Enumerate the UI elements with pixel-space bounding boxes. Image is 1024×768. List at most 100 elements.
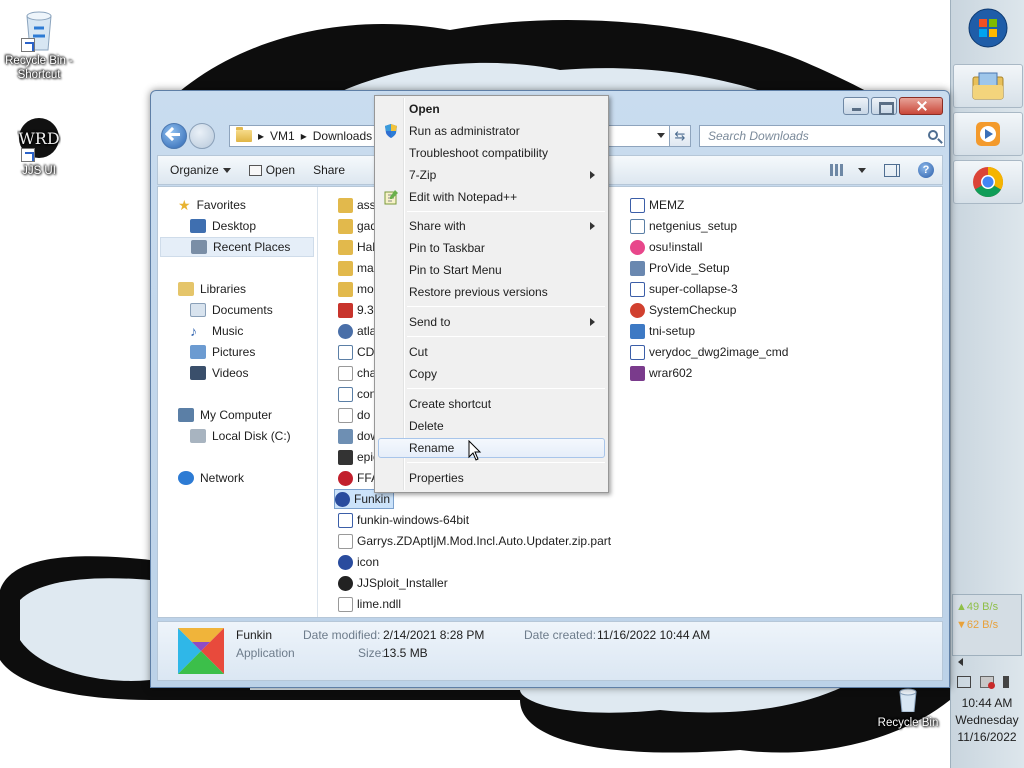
file-icon [338,407,353,423]
file-name: funkin-windows-64bit [357,513,470,527]
menu-item-pin-to-start-menu[interactable]: Pin to Start Menu [378,260,605,280]
file-item[interactable]: MEMZ [630,195,684,215]
file-item[interactable]: funkin-windows-64bit [338,510,469,530]
nav-favorites[interactable]: ★ Favorites [178,195,246,215]
menu-item-open[interactable]: Open [378,99,605,119]
nav-network[interactable]: Network [178,468,244,488]
file-item[interactable]: con [338,384,376,404]
menu-item-cut[interactable]: Cut [378,342,605,362]
menu-item-rename[interactable]: Rename [378,438,605,458]
breadcrumb-downloads[interactable]: Downloads [313,129,372,143]
file-item[interactable]: netgenius_setup [630,216,737,236]
submenu-arrow-icon [590,318,595,326]
menu-item-restore-previous-versions[interactable]: Restore previous versions [378,282,605,302]
file-item[interactable]: JJSploit_Installer [338,573,448,593]
nav-desktop[interactable]: Desktop [190,216,256,236]
file-item[interactable]: super-collapse-3 [630,279,738,299]
star-icon: ★ [178,196,191,213]
close-button[interactable] [899,97,943,115]
tray-expand-icon[interactable] [958,658,963,666]
funkin-app-icon [178,628,224,674]
navigation-pane: ★ Favorites Desktop Recent Places Librari… [158,187,318,617]
file-name: Funkin [354,492,391,506]
start-button[interactable] [953,6,1023,50]
file-item[interactable]: FFA [338,468,379,488]
volume-icon[interactable] [1003,676,1017,688]
file-item[interactable]: epic [338,447,379,467]
file-name: netgenius_setup [649,219,738,233]
view-controls: ? [830,162,934,178]
search-input[interactable]: Search Downloads [699,125,945,147]
refresh-button[interactable]: ⇆ [669,125,691,147]
nav-music[interactable]: ♪ Music [190,321,243,341]
clock-time[interactable]: 10:44 AM [952,696,1022,710]
recycle-bin-desktop-icon[interactable]: Recycle Bin [868,686,948,730]
file-item[interactable]: mar [338,258,378,278]
organize-button[interactable]: Organize [170,163,231,177]
menu-item-send-to[interactable]: Send to [378,312,605,332]
file-item[interactable]: osu!install [630,237,702,257]
nav-my-computer[interactable]: My Computer [178,405,272,425]
clock-day[interactable]: Wednesday [952,713,1022,727]
breadcrumb-vm1[interactable]: VM1 [270,129,295,143]
menu-item-edit-with-notepadpp[interactable]: Edit with Notepad++ [378,187,605,207]
action-center-icon[interactable] [956,676,971,688]
file-item[interactable]: SystemCheckup [630,300,736,320]
file-icon [338,365,353,381]
file-name: lime.ndll [357,597,402,611]
file-item[interactable]: lime.ndll [338,594,401,614]
share-button[interactable]: Share [313,163,345,177]
menu-item-copy[interactable]: Copy [378,364,605,384]
back-button[interactable] [161,123,187,149]
taskbar-explorer-button[interactable] [953,64,1023,108]
file-item[interactable]: verydoc_dwg2image_cmd [630,342,788,362]
file-item[interactable]: wrar602 [630,363,692,383]
file-item[interactable]: dow [338,426,379,446]
preview-pane-icon[interactable] [884,163,900,177]
change-view-button[interactable] [830,164,866,176]
jjs-ui-shortcut-icon[interactable]: WRD JJS UI [0,116,78,178]
nav-videos[interactable]: Videos [190,363,248,383]
menu-item-troubleshoot-compatibility[interactable]: Troubleshoot compatibility [378,143,605,163]
nav-pictures[interactable]: Pictures [190,342,255,362]
file-item[interactable]: icon [338,552,379,572]
nav-local-disk[interactable]: Local Disk (C:) [190,426,291,446]
taskbar-media-player-button[interactable] [953,112,1023,156]
menu-item-7zip[interactable]: 7-Zip [378,165,605,185]
forward-button[interactable] [189,123,215,149]
nav-recent-places[interactable]: Recent Places [160,237,314,257]
nav-label: Music [212,324,244,338]
file-item[interactable]: gad [338,216,377,236]
help-icon[interactable]: ? [918,162,934,178]
clock-date[interactable]: 11/16/2022 [952,730,1022,744]
file-item[interactable]: cha [338,363,376,383]
taskbar-chrome-button[interactable] [953,160,1023,204]
search-icon[interactable] [928,130,938,140]
file-item[interactable]: Half [338,237,378,257]
file-name: verydoc_dwg2image_cmd [649,345,789,359]
menu-item-run-as-administrator[interactable]: Run as administrator [378,121,605,141]
network-status-icon[interactable] [979,676,995,689]
address-dropdown-icon[interactable] [657,133,665,138]
recycle-bin-shortcut-icon[interactable]: Recycle Bin - Shortcut [0,6,78,82]
network-download-rate: ▼62 B/s [956,619,999,631]
file-item[interactable]: tni-setup [630,321,695,341]
menu-item-pin-to-taskbar[interactable]: Pin to Taskbar [378,238,605,258]
menu-item-properties[interactable]: Properties [378,468,605,488]
menu-item-share-with[interactable]: Share with [378,216,605,236]
menu-item-create-shortcut[interactable]: Create shortcut [378,394,605,414]
download-icon [630,218,645,234]
organize-label: Organize [170,163,219,177]
nav-libraries[interactable]: Libraries [178,279,246,299]
nav-documents[interactable]: Documents [190,300,273,320]
menu-item-delete[interactable]: Delete [378,416,605,436]
file-item[interactable]: Garrys.ZDAptIjM.Mod.Incl.Auto.Updater.zi… [338,531,611,551]
file-item[interactable]: ProVide_Setup [630,258,730,278]
minimize-button[interactable] [843,97,869,115]
documents-icon [190,303,206,317]
window-controls [843,97,943,115]
shortcut-arrow-icon [21,38,35,52]
maximize-button[interactable] [871,97,897,115]
file-item[interactable]: atla [338,321,376,341]
open-button[interactable]: Open [248,163,295,177]
